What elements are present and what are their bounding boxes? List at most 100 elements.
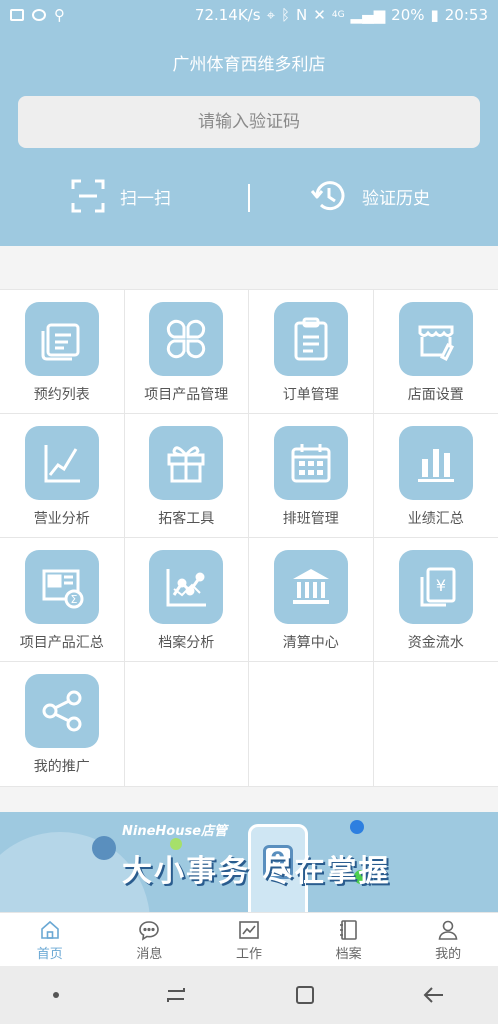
work-chart-icon bbox=[239, 921, 259, 939]
tab-label: 工作 bbox=[235, 947, 262, 962]
menu-item-cash-flow[interactable]: ¥ 资金流水 bbox=[374, 538, 498, 661]
banner-slogan: 大小事务 尽在掌握 bbox=[122, 854, 391, 889]
status-left-icons: ⚲ bbox=[10, 6, 65, 24]
order-manage-icon bbox=[273, 302, 348, 376]
menu-item-my-promotion[interactable]: 我的推广 bbox=[0, 662, 125, 786]
menu-item-label: 店面设置 bbox=[407, 387, 464, 403]
system-nav-bar bbox=[0, 966, 498, 1024]
tab-home[interactable]: 首页 bbox=[0, 913, 100, 966]
home-icon bbox=[40, 920, 59, 939]
bottom-tab-bar: 首页 消息 工作 档案 我的 bbox=[0, 912, 498, 966]
menu-item-label: 项目产品管理 bbox=[144, 387, 229, 403]
bank-icon bbox=[273, 550, 348, 624]
grid-row: 预约列表 项目产品管理 订单管理 店面设置 bbox=[0, 290, 498, 414]
banner-dot bbox=[350, 820, 364, 834]
menu-item-label: 营业分析 bbox=[33, 511, 90, 527]
home-nav-icon[interactable] bbox=[293, 983, 317, 1007]
grid-row: Σ 项目产品汇总 档案分析 清算中心 ¥ 资金流水 bbox=[0, 538, 498, 662]
product-summary-icon: Σ bbox=[24, 550, 99, 624]
recent-apps-icon[interactable] bbox=[164, 983, 188, 1007]
bluetooth-icon: ᛒ bbox=[281, 6, 291, 24]
menu-item-label: 排班管理 bbox=[282, 511, 339, 527]
store-settings-icon bbox=[398, 302, 473, 376]
promo-banner[interactable]: 9 NineHouse店管 大小事务 尽在掌握 bbox=[0, 812, 498, 912]
empty-cell bbox=[125, 662, 249, 786]
tab-label: 我的 bbox=[435, 947, 462, 962]
scan-button[interactable]: 扫一扫 bbox=[70, 176, 171, 216]
header: 广州体育西维多利店 扫一扫 验证历史 bbox=[0, 30, 498, 246]
menu-item-label: 订单管理 bbox=[282, 387, 339, 403]
empty-cell bbox=[374, 662, 498, 786]
banner-brand: NineHouse店管 bbox=[122, 824, 228, 839]
archive-analysis-icon bbox=[149, 550, 224, 624]
scan-icon bbox=[71, 179, 105, 213]
store-name: 广州体育西维多利店 bbox=[172, 55, 326, 75]
nav-dot-icon[interactable] bbox=[52, 992, 59, 998]
menu-item-archive-analysis[interactable]: 档案分析 bbox=[125, 538, 249, 661]
tab-label: 首页 bbox=[36, 947, 63, 962]
bar-chart-icon bbox=[398, 426, 473, 500]
menu-item-label: 项目产品汇总 bbox=[19, 635, 104, 651]
clock: 20:53 bbox=[444, 6, 488, 24]
menu-item-label: 拓客工具 bbox=[158, 511, 215, 527]
gift-tool-icon bbox=[149, 426, 224, 500]
history-label: 验证历史 bbox=[362, 188, 430, 209]
svg-text:Σ: Σ bbox=[70, 593, 77, 606]
tab-label: 档案 bbox=[335, 947, 362, 962]
banner-dot bbox=[92, 836, 116, 860]
verification-code-input[interactable] bbox=[18, 96, 480, 148]
calendar-schedule-icon bbox=[273, 426, 348, 500]
menu-item-product-manage[interactable]: 项目产品管理 bbox=[125, 290, 249, 413]
menu-item-customer-tool[interactable]: 拓客工具 bbox=[125, 414, 249, 537]
history-button[interactable]: 验证历史 bbox=[310, 176, 430, 216]
battery-icon: ▮ bbox=[430, 6, 439, 24]
nfc-icon: N bbox=[296, 6, 308, 24]
tab-profile[interactable]: 我的 bbox=[398, 913, 498, 966]
battery-level: 20% bbox=[391, 6, 425, 24]
menu-item-label: 资金流水 bbox=[407, 635, 464, 651]
menu-item-schedule[interactable]: 排班管理 bbox=[249, 414, 374, 537]
status-right: 72.14K/s ⌖ ᛒ N ✕ 4G ▂▄▆ 20% ▮ 20:53 bbox=[195, 6, 488, 24]
tab-label: 消息 bbox=[136, 947, 163, 962]
menu-item-label: 我的推广 bbox=[33, 759, 90, 775]
location-icon: ⌖ bbox=[266, 6, 276, 24]
menu-item-business-analysis[interactable]: 营业分析 bbox=[0, 414, 125, 537]
grid-row: 我的推广 bbox=[0, 662, 498, 786]
share-icon bbox=[24, 674, 99, 748]
header-divider bbox=[248, 184, 250, 212]
tab-work[interactable]: 工作 bbox=[199, 913, 299, 966]
archive-icon bbox=[339, 920, 357, 940]
menu-item-appointment-list[interactable]: 预约列表 bbox=[0, 290, 125, 413]
menu-item-label: 业绩汇总 bbox=[407, 511, 464, 527]
menu-item-store-settings[interactable]: 店面设置 bbox=[374, 290, 498, 413]
back-nav-icon[interactable] bbox=[422, 983, 446, 1007]
network-speed: 72.14K/s bbox=[194, 6, 261, 24]
grid-row: 营业分析 拓客工具 排班管理 业绩汇总 bbox=[0, 414, 498, 538]
empty-cell bbox=[249, 662, 374, 786]
menu-item-label: 档案分析 bbox=[158, 635, 215, 651]
profile-icon bbox=[438, 920, 458, 940]
menu-item-label: 清算中心 bbox=[282, 635, 339, 651]
feature-grid: 预约列表 项目产品管理 订单管理 店面设置 营业分析 拓客工具 排班管理 业绩汇… bbox=[0, 289, 498, 787]
message-icon bbox=[139, 921, 160, 941]
appointment-list-icon bbox=[24, 302, 99, 376]
svg-text:¥: ¥ bbox=[436, 576, 446, 595]
mute-icon: ✕ bbox=[313, 6, 326, 24]
sync-notification-icon bbox=[32, 9, 46, 21]
scan-label: 扫一扫 bbox=[120, 188, 171, 209]
signal-icon: ▂▄▆ bbox=[350, 6, 386, 24]
menu-item-product-summary[interactable]: Σ 项目产品汇总 bbox=[0, 538, 125, 661]
status-bar: ⚲ 72.14K/s ⌖ ᛒ N ✕ 4G ▂▄▆ 20% ▮ 20:53 bbox=[0, 0, 498, 30]
tab-messages[interactable]: 消息 bbox=[100, 913, 200, 966]
network-type: 4G bbox=[331, 10, 345, 20]
cash-flow-icon: ¥ bbox=[398, 550, 473, 624]
menu-item-order-manage[interactable]: 订单管理 bbox=[249, 290, 374, 413]
history-icon bbox=[310, 181, 345, 211]
gallery-notification-icon bbox=[10, 9, 24, 21]
usb-icon: ⚲ bbox=[54, 6, 65, 24]
tab-archive[interactable]: 档案 bbox=[299, 913, 399, 966]
menu-item-performance[interactable]: 业绩汇总 bbox=[374, 414, 498, 537]
menu-item-label: 预约列表 bbox=[33, 387, 90, 403]
product-manage-icon bbox=[149, 302, 224, 376]
menu-item-settlement[interactable]: 清算中心 bbox=[249, 538, 374, 661]
